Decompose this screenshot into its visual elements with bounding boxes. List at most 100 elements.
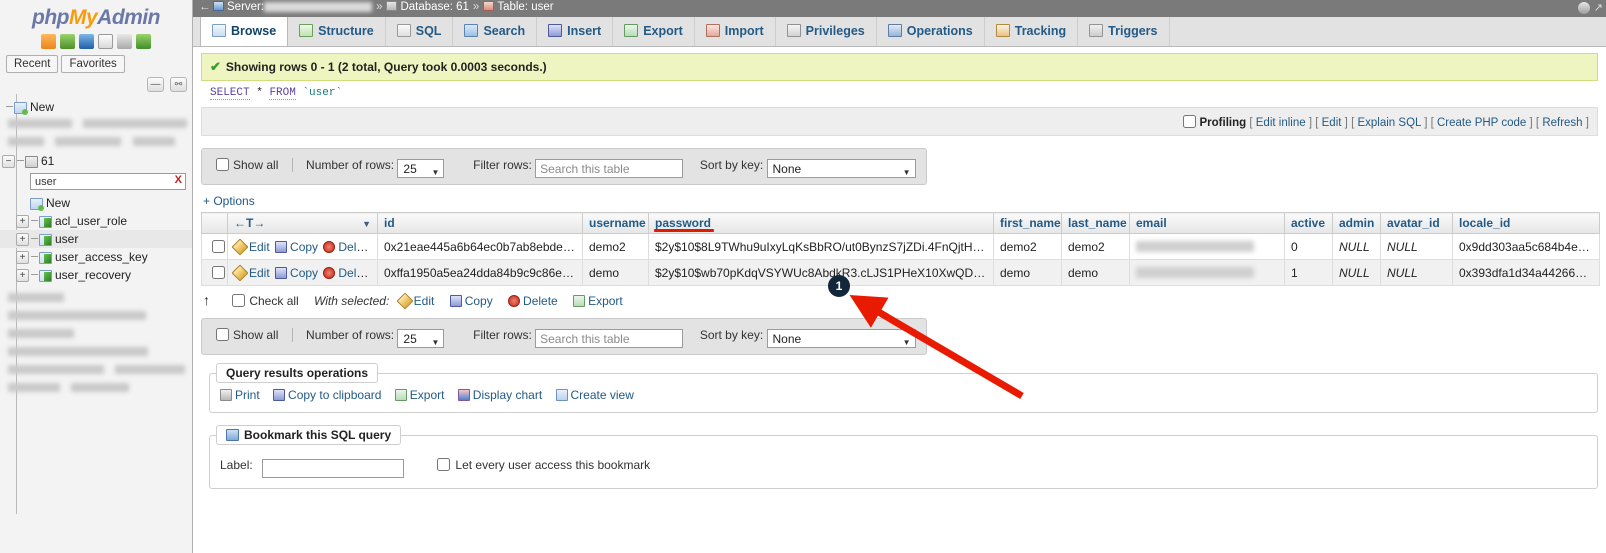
database-icon bbox=[25, 156, 38, 168]
delete-row-link[interactable]: Delete bbox=[323, 240, 373, 254]
edit-row-link[interactable]: Edit bbox=[234, 266, 270, 280]
column-header-admin[interactable]: admin bbox=[1333, 213, 1381, 234]
tree-item-new-table[interactable]: New bbox=[0, 194, 192, 212]
column-header-email[interactable]: email bbox=[1130, 213, 1285, 234]
tab-tracking[interactable]: Tracking bbox=[985, 17, 1078, 46]
doc-icon[interactable] bbox=[98, 34, 113, 49]
tree-item-acl-user-role[interactable]: +acl_user_role bbox=[0, 212, 192, 230]
tab-triggers[interactable]: Triggers bbox=[1078, 17, 1169, 46]
sort-by-key-select[interactable]: None▼ bbox=[767, 159, 916, 178]
tree-item-user[interactable]: +user bbox=[0, 230, 192, 248]
create-php-code-link[interactable]: Create PHP code bbox=[1437, 117, 1526, 129]
home-icon[interactable] bbox=[41, 34, 56, 49]
breadcrumb-table-value[interactable]: user bbox=[531, 1, 553, 13]
clear-filter-icon[interactable]: X bbox=[175, 174, 182, 186]
column-label: password bbox=[655, 216, 711, 230]
expand-icon[interactable]: + bbox=[16, 251, 29, 264]
edit-row-link[interactable]: Edit bbox=[234, 240, 270, 254]
filter-rows-input[interactable]: Search this table bbox=[535, 329, 683, 348]
tab-browse[interactable]: Browse bbox=[200, 17, 288, 46]
create-view-link[interactable]: Create view bbox=[556, 388, 634, 402]
column-header-active[interactable]: active bbox=[1285, 213, 1333, 234]
chevron-down-icon[interactable]: ▼ bbox=[362, 219, 371, 229]
exit-icon[interactable] bbox=[60, 34, 75, 49]
number-of-rows-select[interactable]: 25▼ bbox=[397, 159, 444, 178]
filter-rows-input[interactable]: Search this table bbox=[535, 159, 683, 178]
bookmark-label-input[interactable] bbox=[262, 459, 404, 478]
copy-row-link[interactable]: Copy bbox=[275, 240, 318, 254]
cell-admin: NULL bbox=[1333, 234, 1381, 260]
link-with-main-panel-icon[interactable]: ⚯ bbox=[170, 77, 187, 92]
refresh-link[interactable]: Refresh bbox=[1542, 117, 1582, 129]
recent-button[interactable]: Recent bbox=[6, 55, 58, 73]
column-header-last-name[interactable]: last_name bbox=[1062, 213, 1130, 234]
tab-operations[interactable]: Operations bbox=[877, 17, 985, 46]
sort-order-header[interactable]: ←T→▼ bbox=[228, 213, 378, 234]
table-row[interactable]: Edit Copy Delete 0xffa1950a5ea24dda84b9c… bbox=[202, 260, 1600, 286]
row-checkbox[interactable] bbox=[212, 266, 225, 279]
external-link-icon[interactable]: ↗ bbox=[1594, 1, 1603, 14]
bulk-export-link[interactable]: Export bbox=[573, 294, 623, 308]
check-all-checkbox[interactable] bbox=[232, 294, 245, 307]
row-select-cell[interactable] bbox=[202, 260, 228, 286]
gear-icon[interactable] bbox=[117, 34, 132, 49]
expand-icon[interactable]: + bbox=[16, 215, 29, 228]
tree-item-new-database[interactable]: New bbox=[0, 98, 192, 116]
edit-inline-link[interactable]: Edit inline bbox=[1256, 117, 1306, 129]
tree-item-user-access-key[interactable]: +user_access_key bbox=[0, 248, 192, 266]
favorites-button[interactable]: Favorites bbox=[61, 55, 124, 73]
column-header-id[interactable]: id bbox=[378, 213, 583, 234]
tab-insert[interactable]: Insert bbox=[537, 17, 613, 46]
column-header-locale-id[interactable]: locale_id bbox=[1453, 213, 1600, 234]
show-all-checkbox[interactable] bbox=[216, 158, 229, 171]
help-icon[interactable] bbox=[79, 34, 94, 49]
settings-gear-icon[interactable] bbox=[1578, 2, 1590, 14]
delete-row-link[interactable]: Delete bbox=[323, 266, 373, 280]
collapse-icon[interactable]: − bbox=[2, 155, 15, 168]
copy-row-link[interactable]: Copy bbox=[275, 266, 318, 280]
copy-to-clipboard-link[interactable]: Copy to clipboard bbox=[273, 388, 381, 402]
bulk-edit-link[interactable]: Edit bbox=[399, 294, 435, 308]
column-header-password[interactable]: password bbox=[649, 213, 994, 234]
tab-structure[interactable]: Structure bbox=[288, 17, 386, 46]
tree-item-user-recovery[interactable]: +user_recovery bbox=[0, 266, 192, 284]
row-select-cell[interactable] bbox=[202, 234, 228, 260]
with-selected-label: With selected: bbox=[314, 294, 389, 308]
tab-privileges[interactable]: Privileges bbox=[776, 17, 877, 46]
print-link[interactable]: Print bbox=[220, 388, 260, 402]
expand-icon[interactable]: + bbox=[16, 269, 29, 282]
tree-item-database-61[interactable]: −61 bbox=[0, 152, 192, 170]
refresh-icon[interactable] bbox=[136, 34, 151, 49]
row-checkbox[interactable] bbox=[212, 240, 225, 253]
column-header-avatar-id[interactable]: avatar_id bbox=[1381, 213, 1453, 234]
column-header-first-name[interactable]: first_name bbox=[994, 213, 1062, 234]
bulk-delete-link[interactable]: Delete bbox=[508, 294, 558, 308]
table-filter-input[interactable] bbox=[30, 173, 186, 190]
sort-by-key-select[interactable]: None▼ bbox=[767, 329, 916, 348]
table-filter-box[interactable]: X bbox=[30, 173, 186, 190]
number-of-rows-select[interactable]: 25▼ bbox=[397, 329, 444, 348]
profiling-checkbox[interactable] bbox=[1183, 115, 1196, 128]
tab-search[interactable]: Search bbox=[453, 17, 537, 46]
column-header-username[interactable]: username bbox=[583, 213, 649, 234]
collapse-all-icon[interactable]: — bbox=[147, 77, 164, 92]
show-all-checkbox[interactable] bbox=[216, 328, 229, 341]
explain-sql-link[interactable]: Explain SQL bbox=[1357, 117, 1421, 129]
expand-icon[interactable]: + bbox=[16, 233, 29, 246]
export-icon bbox=[624, 24, 638, 37]
export-link[interactable]: Export bbox=[395, 388, 445, 402]
cell-password: $2y$10$wb70pKdqVSYWUc8AbdkR3.cLJS1PHeX10… bbox=[649, 260, 994, 286]
column-label: locale_id bbox=[1459, 216, 1510, 230]
bookmark-public-checkbox[interactable] bbox=[437, 458, 450, 471]
tab-export[interactable]: Export bbox=[613, 17, 695, 46]
edit-link[interactable]: Edit bbox=[1322, 117, 1342, 129]
tab-import[interactable]: Import bbox=[695, 17, 776, 46]
display-chart-link[interactable]: Display chart bbox=[458, 388, 542, 402]
arrow-up-icon[interactable]: ↑ bbox=[203, 292, 221, 308]
table-row[interactable]: Edit Copy Delete 0x21eae445a6b64ec0b7ab8… bbox=[202, 234, 1600, 260]
bulk-copy-link[interactable]: Copy bbox=[450, 294, 493, 308]
back-arrow-icon[interactable]: ← bbox=[199, 1, 213, 13]
breadcrumb-database-value[interactable]: 61 bbox=[456, 1, 469, 13]
options-toggle-link[interactable]: + Options bbox=[203, 194, 255, 208]
tab-sql[interactable]: SQL bbox=[386, 17, 454, 46]
